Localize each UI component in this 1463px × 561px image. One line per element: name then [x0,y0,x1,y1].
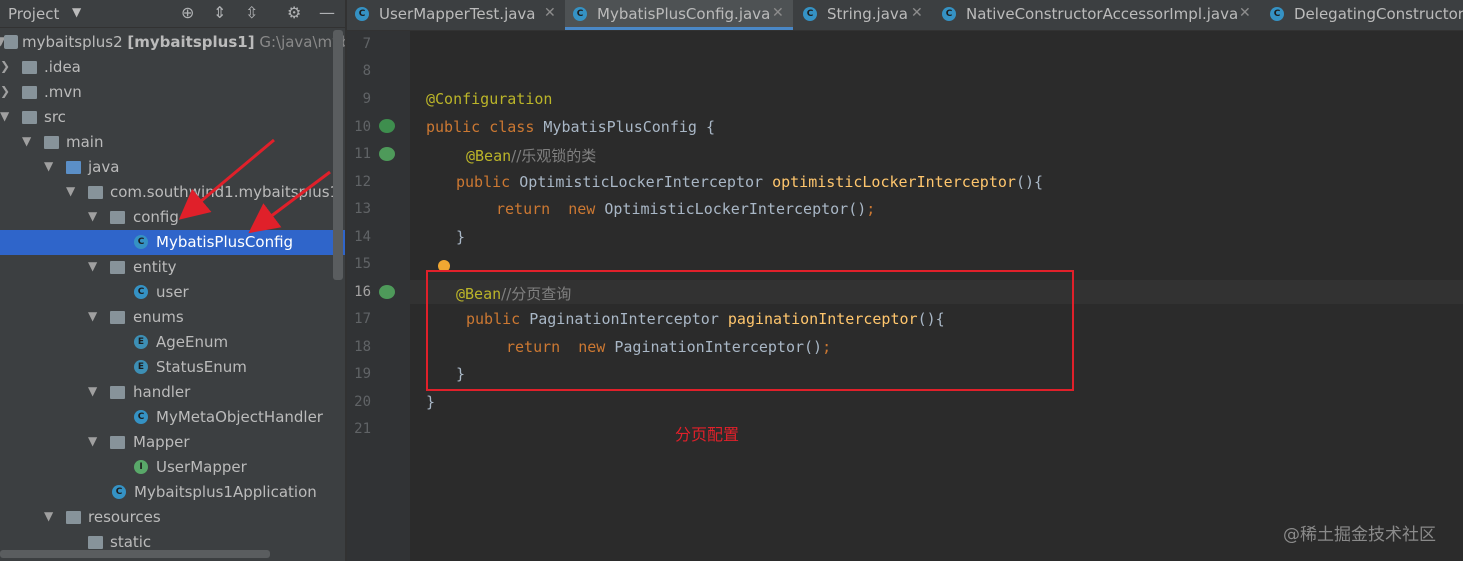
package-icon [88,186,103,199]
package-icon [110,261,125,274]
tab-native-constructor-accessor-impl[interactable]: C NativeConstructorAccessorImpl.java ✕ [934,0,1259,30]
package-icon [110,311,125,324]
package-icon [110,211,125,224]
spring-bean-icon[interactable] [379,285,395,299]
tab-user-mapper-test[interactable]: C UserMapperTest.java ✕ [347,0,563,30]
tree-item[interactable]: I UserMapper [0,455,345,480]
expand-all-icon[interactable]: ⇕ [213,3,226,22]
tab-string[interactable]: C String.java ✕ [795,0,931,30]
watermark: @稀土掘金技术社区 [1283,525,1436,545]
class-icon: C [942,7,956,21]
minimize-icon[interactable]: — [319,3,335,22]
tree-horizontal-scrollbar[interactable] [0,550,270,558]
annotation-note: 分页配置 [675,425,740,444]
class-icon: C [134,285,148,299]
tree-item[interactable]: ❯ .idea [0,55,345,80]
project-toolbar: Project ▼ ⊕ ⇕ ⇳ ⚙ — [0,0,345,28]
source-folder-icon [66,161,81,174]
line-number: 21 [354,421,371,437]
spring-bean-icon[interactable] [379,147,395,161]
code-line: @Configuration [426,90,553,108]
class-icon: C [134,410,148,424]
line-number: 14 [354,229,371,245]
line-number: 9 [362,91,371,107]
close-icon[interactable]: ✕ [911,5,923,21]
folder-icon [88,536,103,549]
tree-item[interactable]: ▼ enums [0,305,345,330]
folder-icon [44,136,59,149]
tree-item[interactable]: ❯ .mvn [0,80,345,105]
line-number: 8 [362,63,371,79]
tree-item[interactable]: ▼ Mapper [0,430,345,455]
spring-bean-run-icon[interactable] [379,119,395,133]
code-line: } [426,393,436,411]
spring-boot-class-icon: C [112,485,126,499]
tree-vertical-scrollbar[interactable] [333,30,343,280]
interface-icon: I [134,460,148,474]
line-number: 17 [354,311,371,327]
collapse-all-icon[interactable]: ⇳ [245,3,258,22]
line-number: 11 [354,146,371,162]
tree-item[interactable]: ▼ config [0,205,345,230]
class-icon: C [134,235,148,249]
tree-item[interactable]: ▼ resources [0,505,345,530]
folder-icon [22,86,37,99]
tree-item[interactable]: C Mybaitsplus1Application [0,480,345,505]
folder-icon [22,111,37,124]
tree-item[interactable]: ▼ src [0,105,345,130]
enum-icon: E [134,335,148,349]
enum-icon: E [134,360,148,374]
line-number: 10 [354,119,371,135]
package-icon [110,436,125,449]
tree-item[interactable]: ▼ mybaitsplus2 [mybaitsplus1] G:\java\my… [0,30,345,55]
tree-item[interactable]: ▼ handler [0,380,345,405]
tree-item[interactable]: ▼ entity [0,255,345,280]
code-line: public OptimisticLockerInterceptor optim… [456,173,1044,191]
class-icon: C [1270,7,1284,21]
tree-item[interactable]: C MyMetaObjectHandler [0,405,345,430]
resources-folder-icon [66,511,81,524]
close-icon[interactable]: ✕ [772,5,784,21]
locate-icon[interactable]: ⊕ [181,3,194,22]
project-view-title[interactable]: Project [8,5,59,23]
close-icon[interactable]: ✕ [1239,5,1251,21]
editor-gutter[interactable]: 7 8 9 10 11 12 13 14 15 16 17 18 19 20 2… [347,31,422,561]
tree-item[interactable]: C user [0,280,345,305]
module-icon [4,35,18,49]
code-line: public class MybatisPlusConfig { [426,118,715,136]
line-number: 13 [354,201,371,217]
tab-mybatis-plus-config[interactable]: C MybatisPlusConfig.java ✕ [565,0,793,30]
package-icon [110,386,125,399]
line-number: 7 [362,36,371,52]
tree-item[interactable]: ▼ java [0,155,345,180]
tree-item[interactable]: ▼ com.southwind1.mybaitsplus1 [0,180,345,205]
tree-item-selected[interactable]: C MybatisPlusConfig [0,230,345,255]
line-number: 20 [354,394,371,410]
line-number: 16 [354,284,371,300]
tree-item[interactable]: E StatusEnum [0,355,345,380]
highlight-box [426,270,1074,391]
tree-item[interactable]: ▼ main [0,130,345,155]
class-icon: C [803,7,817,21]
line-number: 18 [354,339,371,355]
class-icon: C [573,7,587,21]
line-number: 12 [354,174,371,190]
project-panel: Project ▼ ⊕ ⇕ ⇳ ⚙ — ▼ mybaitsplus2 [myba… [0,0,345,561]
folder-icon [22,61,37,74]
close-icon[interactable]: ✕ [544,5,556,21]
editor-tab-bar: C UserMapperTest.java ✕ C MybatisPlusCon… [347,0,1463,31]
class-icon: C [355,7,369,21]
code-line: } [456,228,466,246]
tab-delegating-constructor[interactable]: C DelegatingConstructor [1262,0,1463,30]
tree-item[interactable]: E AgeEnum [0,330,345,355]
chevron-down-icon[interactable]: ▼ [72,5,81,19]
code-line: @Bean//乐观锁的类 [466,147,597,165]
code-line: return new OptimisticLockerInterceptor()… [496,200,876,218]
line-number: 15 [354,256,371,272]
line-number: 19 [354,366,371,382]
gear-icon[interactable]: ⚙ [287,3,301,22]
